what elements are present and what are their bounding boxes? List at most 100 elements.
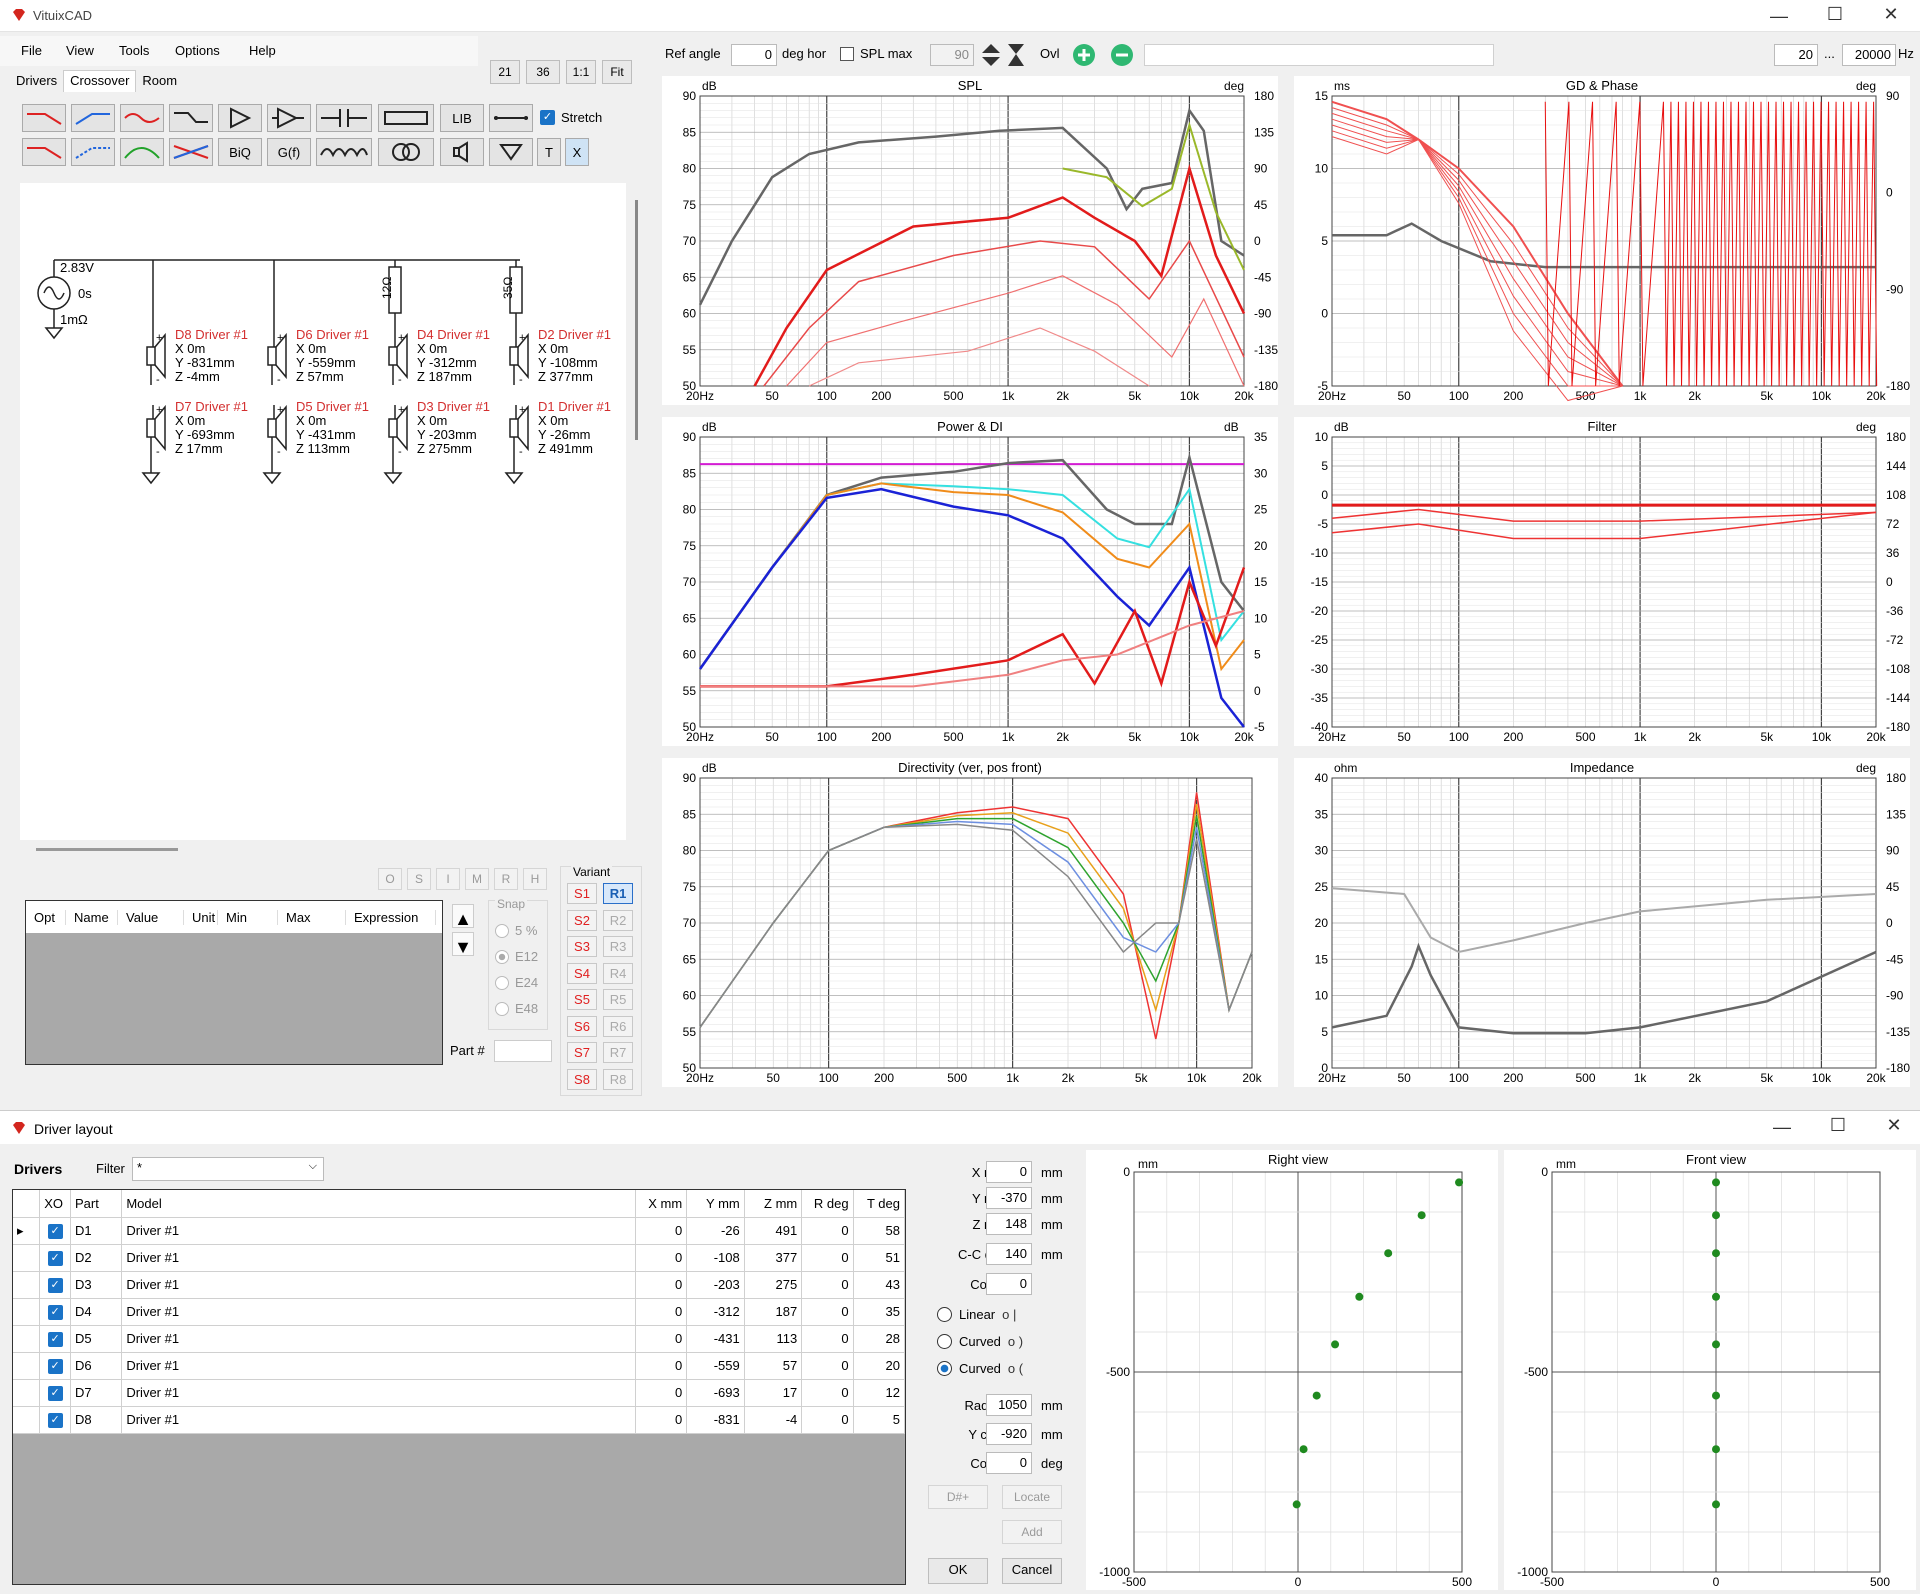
table-row[interactable]: ✓ D8 Driver #1 0 -831 -4 0 5: [13, 1406, 906, 1434]
x-cell[interactable]: 0: [635, 1379, 688, 1407]
remove-overlay-icon[interactable]: [1109, 43, 1135, 67]
param-radius-input[interactable]: 1050: [986, 1394, 1032, 1416]
variant-s6-button[interactable]: S6: [567, 1015, 597, 1037]
variant-s7-button[interactable]: S7: [567, 1042, 597, 1063]
overlay-name-input[interactable]: [1144, 44, 1494, 66]
close-button[interactable]: ✕: [1863, 4, 1919, 25]
drivers-table[interactable]: XO Part Model X mm Y mm Z mm R deg T deg ▸ ✓ D1…: [13, 1190, 906, 1434]
r-cell[interactable]: 0: [801, 1244, 854, 1272]
r-cell[interactable]: 0: [801, 1298, 854, 1326]
minimize-button[interactable]: —: [1751, 6, 1807, 27]
gain-function-button[interactable]: G(f): [267, 138, 311, 166]
toggle-s-button[interactable]: S: [407, 868, 431, 890]
table-row[interactable]: ✓ D4 Driver #1 0 -312 187 0 35: [13, 1298, 906, 1326]
x-button[interactable]: X: [565, 138, 589, 166]
r-cell[interactable]: 0: [801, 1271, 854, 1299]
variant-s3-button[interactable]: S3: [567, 936, 597, 957]
menu-view[interactable]: View: [66, 43, 94, 58]
layout-mode-radio-0[interactable]: Linear o |: [937, 1307, 1016, 1322]
table-row[interactable]: ✓ D6 Driver #1 0 -559 57 0 20: [13, 1352, 906, 1380]
z-cell[interactable]: 17: [744, 1379, 803, 1407]
filter-select[interactable]: * ⌵: [132, 1157, 324, 1181]
move-up-button[interactable]: ▲: [452, 904, 474, 929]
row-selector[interactable]: [13, 1298, 41, 1326]
table-row[interactable]: ✓ D2 Driver #1 0 -108 377 0 51: [13, 1244, 906, 1272]
spl-max-input[interactable]: 90: [930, 44, 974, 66]
resistor-icon[interactable]: [378, 104, 434, 132]
toggle-r-button[interactable]: R: [494, 868, 518, 890]
xo-checkbox[interactable]: ✓: [39, 1325, 71, 1353]
x-cell[interactable]: 0: [635, 1352, 688, 1380]
cancel-button[interactable]: Cancel: [1002, 1558, 1062, 1584]
capacitor-icon[interactable]: [316, 104, 372, 132]
add-button[interactable]: Add: [1002, 1520, 1062, 1544]
part-cell[interactable]: D3: [70, 1271, 123, 1299]
r-cell[interactable]: 0: [801, 1217, 854, 1245]
dir-chart[interactable]: Directivity (ver, pos front) dB 90 85 80 75 70…: [662, 758, 1278, 1087]
part-cell[interactable]: D1: [70, 1217, 123, 1245]
locate-button[interactable]: Locate: [1002, 1485, 1062, 1509]
xo-checkbox[interactable]: ✓: [39, 1352, 71, 1380]
ground-icon[interactable]: [489, 138, 533, 166]
snap-option-0[interactable]: 5 %: [495, 923, 537, 938]
crossover-icon[interactable]: [169, 138, 213, 166]
snap-option-2[interactable]: E24: [495, 975, 538, 990]
xo-checkbox[interactable]: ✓: [39, 1271, 71, 1299]
ref-angle-input[interactable]: 0: [731, 44, 777, 66]
gd-chart[interactable]: GD & Phase ms deg 15 10 5 0 -5 90 0 -90 -180 20Hz 50 1…: [1294, 76, 1910, 405]
y-cell[interactable]: -693: [686, 1379, 745, 1407]
y-cell[interactable]: -831: [686, 1406, 745, 1434]
lowpass-1-icon[interactable]: [22, 104, 66, 132]
variant-s5-button[interactable]: S5: [567, 989, 597, 1010]
menu-help[interactable]: Help: [249, 43, 276, 58]
variant-s1-button[interactable]: S1: [567, 883, 597, 904]
wire-icon[interactable]: [489, 104, 533, 132]
part-cell[interactable]: D6: [70, 1352, 123, 1380]
model-cell[interactable]: Driver #1: [121, 1325, 636, 1353]
x-cell[interactable]: 0: [635, 1244, 688, 1272]
highpass-2-icon[interactable]: [71, 138, 115, 166]
xo-checkbox[interactable]: ✓: [39, 1244, 71, 1272]
maximize-button[interactable]: ☐: [1807, 4, 1863, 25]
row-selector[interactable]: [13, 1244, 41, 1272]
power-chart[interactable]: Power & DI dB dB 90 85 80 75 70 65 60 55 50 35 30 25 20…: [662, 417, 1278, 746]
freq-start-input[interactable]: 20: [1774, 44, 1818, 66]
row-selector[interactable]: [13, 1271, 41, 1299]
t-cell[interactable]: 5: [853, 1406, 906, 1434]
t-cell[interactable]: 28: [853, 1325, 906, 1353]
zoom-fit-button[interactable]: Fit: [602, 60, 632, 84]
snap-option-1[interactable]: E12: [495, 949, 538, 964]
part-cell[interactable]: D5: [70, 1325, 123, 1353]
highpass-1-icon[interactable]: [71, 104, 115, 132]
tab-drivers[interactable]: Drivers: [10, 70, 63, 92]
zoom-21-button[interactable]: 21: [490, 60, 520, 84]
toggle-o-button[interactable]: O: [378, 868, 402, 890]
r-cell[interactable]: 0: [801, 1406, 854, 1434]
variant-r1-button[interactable]: R1: [603, 883, 633, 904]
t-cell[interactable]: 12: [853, 1379, 906, 1407]
transformer-icon[interactable]: [378, 138, 434, 166]
x-cell[interactable]: 0: [635, 1271, 688, 1299]
variant-r5-button[interactable]: R5: [603, 989, 633, 1010]
z-cell[interactable]: -4: [744, 1406, 803, 1434]
r-cell[interactable]: 0: [801, 1325, 854, 1353]
z-cell[interactable]: 57: [744, 1352, 803, 1380]
zoom-1to1-button[interactable]: 1:1: [566, 60, 596, 84]
t-cell[interactable]: 35: [853, 1298, 906, 1326]
variant-r2-button[interactable]: R2: [603, 909, 633, 931]
part-cell[interactable]: D8: [70, 1406, 123, 1434]
param-count-input[interactable]: 0: [986, 1273, 1032, 1295]
model-cell[interactable]: Driver #1: [121, 1379, 636, 1407]
menu-options[interactable]: Options: [175, 43, 220, 58]
param-z-mid-input[interactable]: 148: [986, 1213, 1032, 1235]
move-down-button[interactable]: ▼: [452, 932, 474, 957]
spin-updown-icon[interactable]: [980, 42, 1002, 68]
schematic-hscroll[interactable]: [36, 848, 178, 851]
ok-button[interactable]: OK: [928, 1558, 988, 1584]
inductor-icon[interactable]: [316, 138, 372, 166]
zoom-vertical-icon[interactable]: [1006, 42, 1026, 68]
z-cell[interactable]: 275: [744, 1271, 803, 1299]
variant-s2-button[interactable]: S2: [567, 909, 597, 931]
table-row[interactable]: ▸ ✓ D1 Driver #1 0 -26 491 0 58: [13, 1217, 906, 1245]
table-row[interactable]: ✓ D7 Driver #1 0 -693 17 0 12: [13, 1379, 906, 1407]
